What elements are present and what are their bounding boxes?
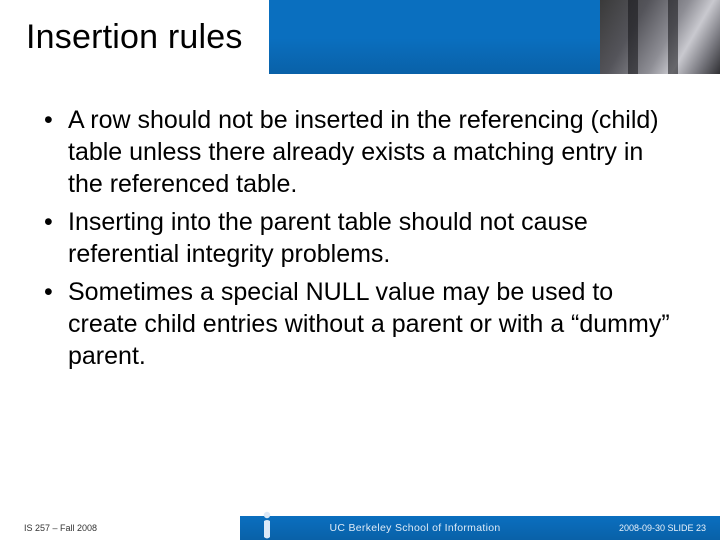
school-prefix: UC Berkeley (330, 522, 392, 534)
slide-title: Insertion rules (26, 18, 243, 57)
date-slide-label: 2008-09-30 SLIDE 23 (619, 523, 706, 533)
title-box: Insertion rules (0, 0, 269, 74)
list-item: Inserting into the parent table should n… (40, 206, 680, 270)
course-label: IS 257 – Fall 2008 (24, 523, 97, 533)
footer-right: 2008-09-30 SLIDE 23 (560, 516, 720, 540)
ischool-logo-icon (258, 510, 276, 540)
list-item: A row should not be inserted in the refe… (40, 104, 680, 200)
slide: Insertion rules A row should not be inse… (0, 0, 720, 540)
slide-body: A row should not be inserted in the refe… (40, 104, 680, 378)
footer-overlay: IS 257 – Fall 2008 UC Berkeley School of… (0, 516, 720, 540)
footer-left: IS 257 – Fall 2008 (0, 516, 240, 540)
footer-center: UC Berkeley School of Information (240, 516, 560, 540)
footer: IS 257 – Fall 2008 UC Berkeley School of… (0, 504, 720, 540)
school-suffix: School of Information (395, 522, 501, 534)
title-bar-photo (600, 0, 720, 74)
bullet-list: A row should not be inserted in the refe… (40, 104, 680, 372)
list-item: Sometimes a special NULL value may be us… (40, 276, 680, 372)
school-label: UC Berkeley School of Information (330, 522, 501, 534)
title-bar: Insertion rules (0, 0, 720, 74)
